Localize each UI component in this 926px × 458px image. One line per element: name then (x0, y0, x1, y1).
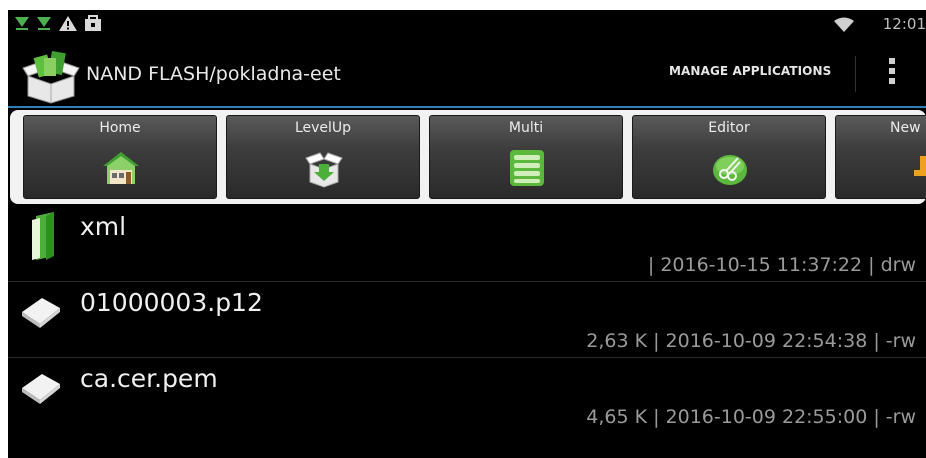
file-name: ca.cer.pem (80, 364, 218, 393)
file-meta: 2,63 K | 2016-10-09 22:54:38 | -rw (586, 330, 916, 352)
file-name: 01000003.p12 (80, 288, 263, 317)
multi-button[interactable]: Multi (429, 115, 623, 199)
new-button[interactable]: New (835, 115, 926, 199)
levelup-button-label: LevelUp (294, 120, 352, 136)
warning-icon (59, 16, 77, 31)
app-logo-icon[interactable] (22, 48, 80, 104)
home-button-label: Home (99, 120, 141, 136)
wifi-icon (834, 17, 854, 32)
shopping-bag-icon (85, 15, 101, 31)
scissors-icon (713, 155, 747, 185)
new-button-label: New (890, 120, 921, 136)
multi-button-label: Multi (508, 120, 544, 136)
levelup-button[interactable]: LevelUp (226, 115, 420, 199)
overflow-menu-icon[interactable] (882, 58, 902, 94)
status-bar: 12:01 (8, 10, 926, 40)
action-bar-divider (8, 106, 926, 108)
file-list: xml | 2016-10-15 11:37:22 | drw 01000003… (8, 206, 926, 458)
clock: 12:01 (882, 15, 926, 33)
file-row-xml[interactable]: xml | 2016-10-15 11:37:22 | drw (8, 206, 926, 282)
folder-icon (32, 212, 54, 260)
editor-button[interactable]: Editor (632, 115, 826, 199)
action-bar: NAND FLASH/pokladna-eet MANAGE APPLICATI… (8, 40, 926, 106)
manage-applications-button[interactable]: MANAGE APPLICATIONS (669, 64, 831, 78)
file-meta: 4,65 K | 2016-10-09 22:55:00 | -rw (586, 406, 916, 428)
box-arrow-icon (305, 152, 343, 188)
download-icon (15, 17, 29, 30)
file-icon (22, 298, 60, 328)
list-icon (510, 150, 544, 186)
device-screen: 12:01 NAND FLASH/pokladna-eet MANAGE APP… (8, 10, 926, 458)
house-icon (103, 152, 139, 184)
editor-button-label: Editor (708, 120, 750, 136)
file-icon (22, 374, 60, 404)
download-icon (37, 17, 51, 30)
new-icon (914, 156, 926, 176)
file-row-p12[interactable]: 01000003.p12 2,63 K | 2016-10-09 22:54:3… (8, 282, 926, 358)
home-button[interactable]: Home (23, 115, 217, 199)
file-name: xml (80, 212, 127, 241)
action-divider (855, 56, 856, 92)
toolbar: Home LevelUp Multi Editor New (10, 110, 926, 204)
file-meta: | 2016-10-15 11:37:22 | drw (647, 254, 916, 276)
file-row-pem[interactable]: ca.cer.pem 4,65 K | 2016-10-09 22:55:00 … (8, 358, 926, 434)
current-path-title: NAND FLASH/pokladna-eet (86, 63, 341, 85)
